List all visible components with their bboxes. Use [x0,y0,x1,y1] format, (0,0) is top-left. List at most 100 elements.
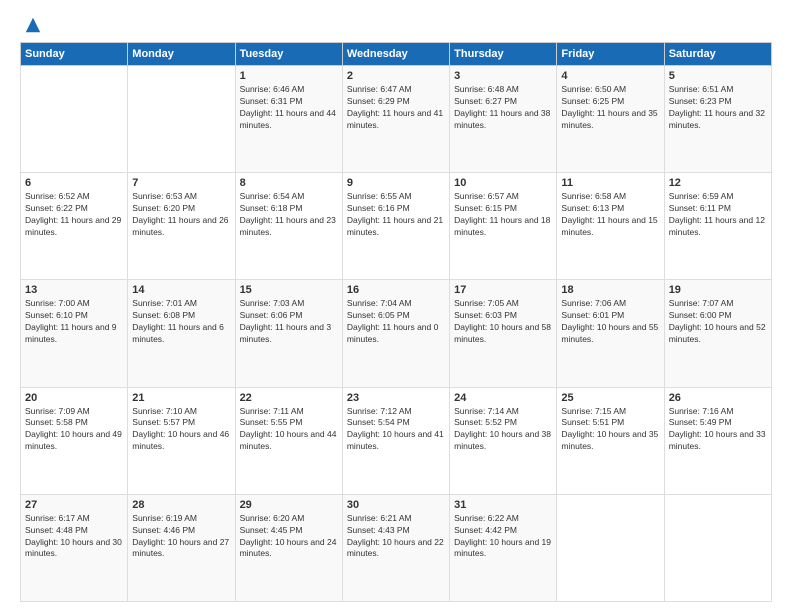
day-detail: Sunrise: 6:50 AM Sunset: 6:25 PM Dayligh… [561,84,659,132]
day-number: 10 [454,177,552,189]
day-detail: Sunrise: 6:22 AM Sunset: 4:42 PM Dayligh… [454,513,552,561]
day-number: 27 [25,499,123,511]
calendar-cell: 30 Sunrise: 6:21 AM Sunset: 4:43 PM Dayli… [342,494,449,601]
calendar-cell: 6Sunrise: 6:52 AM Sunset: 6:22 PM Daylig… [21,173,128,280]
day-detail: Sunrise: 7:11 AM Sunset: 5:55 PM Dayligh… [240,406,338,454]
calendar-cell: 15 Sunrise: 7:03 AM Sunset: 6:06 PM Dayli… [235,280,342,387]
header-day-monday: Monday [128,43,235,66]
day-detail: Sunrise: 6:48 AM Sunset: 6:27 PM Dayligh… [454,84,552,132]
day-detail: Sunrise: 7:03 AM Sunset: 6:06 PM Dayligh… [240,298,338,346]
day-number: 30 [347,499,445,511]
day-detail: Sunrise: 7:05 AM Sunset: 6:03 PM Dayligh… [454,298,552,346]
day-detail: Sunrise: 7:07 AM Sunset: 6:00 PM Dayligh… [669,298,767,346]
day-number: 14 [132,284,230,296]
day-number: 8 [240,177,338,189]
calendar-cell: 31 Sunrise: 6:22 AM Sunset: 4:42 PM Dayli… [450,494,557,601]
calendar-cell: 12 Sunrise: 6:59 AM Sunset: 6:11 PM Dayli… [664,173,771,280]
day-number: 18 [561,284,659,296]
calendar-cell: 29 Sunrise: 6:20 AM Sunset: 4:45 PM Dayli… [235,494,342,601]
day-detail: Sunrise: 7:12 AM Sunset: 5:54 PM Dayligh… [347,406,445,454]
day-detail: Sunrise: 6:53 AM Sunset: 6:20 PM Dayligh… [132,191,230,239]
day-number: 26 [669,392,767,404]
day-detail: Sunrise: 6:19 AM Sunset: 4:46 PM Dayligh… [132,513,230,561]
day-number: 13 [25,284,123,296]
calendar-cell: 11 Sunrise: 6:58 AM Sunset: 6:13 PM Dayli… [557,173,664,280]
day-number: 11 [561,177,659,189]
day-detail: Sunrise: 7:04 AM Sunset: 6:05 PM Dayligh… [347,298,445,346]
day-detail: Sunrise: 6:17 AM Sunset: 4:48 PM Dayligh… [25,513,123,561]
day-number: 24 [454,392,552,404]
day-number: 19 [669,284,767,296]
day-number: 25 [561,392,659,404]
day-number: 2 [347,70,445,82]
day-number: 29 [240,499,338,511]
day-detail: Sunrise: 6:47 AM Sunset: 6:29 PM Dayligh… [347,84,445,132]
day-detail: Sunrise: 7:06 AM Sunset: 6:01 PM Dayligh… [561,298,659,346]
day-detail: Sunrise: 6:59 AM Sunset: 6:11 PM Dayligh… [669,191,767,239]
calendar-cell: 17 Sunrise: 7:05 AM Sunset: 6:03 PM Dayli… [450,280,557,387]
day-number: 20 [25,392,123,404]
day-number: 1 [240,70,338,82]
day-number: 9 [347,177,445,189]
day-detail: Sunrise: 7:09 AM Sunset: 5:58 PM Dayligh… [25,406,123,454]
day-number: 5 [669,70,767,82]
day-detail: Sunrise: 7:15 AM Sunset: 5:51 PM Dayligh… [561,406,659,454]
calendar-cell: 14 Sunrise: 7:01 AM Sunset: 6:08 PM Dayli… [128,280,235,387]
day-detail: Sunrise: 6:55 AM Sunset: 6:16 PM Dayligh… [347,191,445,239]
calendar-cell: 2 Sunrise: 6:47 AM Sunset: 6:29 PM Daylig… [342,66,449,173]
calendar-cell: 20 Sunrise: 7:09 AM Sunset: 5:58 PM Dayli… [21,387,128,494]
header-day-friday: Friday [557,43,664,66]
header-day-sunday: Sunday [21,43,128,66]
day-detail: Sunrise: 6:46 AM Sunset: 6:31 PM Dayligh… [240,84,338,132]
calendar-cell: 3 Sunrise: 6:48 AM Sunset: 6:27 PM Daylig… [450,66,557,173]
day-number: 16 [347,284,445,296]
calendar-cell: 5Sunrise: 6:51 AM Sunset: 6:23 PM Daylig… [664,66,771,173]
calendar-cell: 19 Sunrise: 7:07 AM Sunset: 6:00 PM Dayli… [664,280,771,387]
calendar-cell: 13Sunrise: 7:00 AM Sunset: 6:10 PM Dayli… [21,280,128,387]
day-number: 31 [454,499,552,511]
page: SundayMondayTuesdayWednesdayThursdayFrid… [0,0,792,612]
logo [20,16,42,34]
day-detail: Sunrise: 6:20 AM Sunset: 4:45 PM Dayligh… [240,513,338,561]
calendar-cell: 4 Sunrise: 6:50 AM Sunset: 6:25 PM Daylig… [557,66,664,173]
day-detail: Sunrise: 6:54 AM Sunset: 6:18 PM Dayligh… [240,191,338,239]
day-detail: Sunrise: 7:14 AM Sunset: 5:52 PM Dayligh… [454,406,552,454]
calendar-cell: 25 Sunrise: 7:15 AM Sunset: 5:51 PM Dayli… [557,387,664,494]
calendar-cell: 8 Sunrise: 6:54 AM Sunset: 6:18 PM Daylig… [235,173,342,280]
day-number: 23 [347,392,445,404]
day-detail: Sunrise: 7:10 AM Sunset: 5:57 PM Dayligh… [132,406,230,454]
calendar-cell: 18 Sunrise: 7:06 AM Sunset: 6:01 PM Dayli… [557,280,664,387]
day-number: 17 [454,284,552,296]
day-number: 4 [561,70,659,82]
header-day-saturday: Saturday [664,43,771,66]
calendar-cell: 7Sunrise: 6:53 AM Sunset: 6:20 PM Daylig… [128,173,235,280]
day-number: 12 [669,177,767,189]
day-number: 3 [454,70,552,82]
day-number: 22 [240,392,338,404]
calendar-week-4: 20 Sunrise: 7:09 AM Sunset: 5:58 PM Dayli… [21,387,772,494]
day-detail: Sunrise: 6:21 AM Sunset: 4:43 PM Dayligh… [347,513,445,561]
day-detail: Sunrise: 7:01 AM Sunset: 6:08 PM Dayligh… [132,298,230,346]
calendar-cell: 28 Sunrise: 6:19 AM Sunset: 4:46 PM Dayli… [128,494,235,601]
day-detail: Sunrise: 6:58 AM Sunset: 6:13 PM Dayligh… [561,191,659,239]
calendar-cell: 21Sunrise: 7:10 AM Sunset: 5:57 PM Dayli… [128,387,235,494]
calendar-cell: 22 Sunrise: 7:11 AM Sunset: 5:55 PM Dayli… [235,387,342,494]
day-number: 15 [240,284,338,296]
calendar-header-row: SundayMondayTuesdayWednesdayThursdayFrid… [21,43,772,66]
calendar-table: SundayMondayTuesdayWednesdayThursdayFrid… [20,42,772,602]
day-number: 28 [132,499,230,511]
day-detail: Sunrise: 6:57 AM Sunset: 6:15 PM Dayligh… [454,191,552,239]
header [20,16,772,34]
calendar-cell: 10 Sunrise: 6:57 AM Sunset: 6:15 PM Dayli… [450,173,557,280]
calendar-cell: 1 Sunrise: 6:46 AM Sunset: 6:31 PM Daylig… [235,66,342,173]
calendar-cell: 26 Sunrise: 7:16 AM Sunset: 5:49 PM Dayli… [664,387,771,494]
calendar-cell [21,66,128,173]
calendar-cell: 24 Sunrise: 7:14 AM Sunset: 5:52 PM Dayli… [450,387,557,494]
calendar-cell [128,66,235,173]
calendar-cell [557,494,664,601]
header-day-tuesday: Tuesday [235,43,342,66]
calendar-cell: 23 Sunrise: 7:12 AM Sunset: 5:54 PM Dayli… [342,387,449,494]
day-detail: Sunrise: 7:16 AM Sunset: 5:49 PM Dayligh… [669,406,767,454]
day-detail: Sunrise: 6:52 AM Sunset: 6:22 PM Dayligh… [25,191,123,239]
header-day-thursday: Thursday [450,43,557,66]
